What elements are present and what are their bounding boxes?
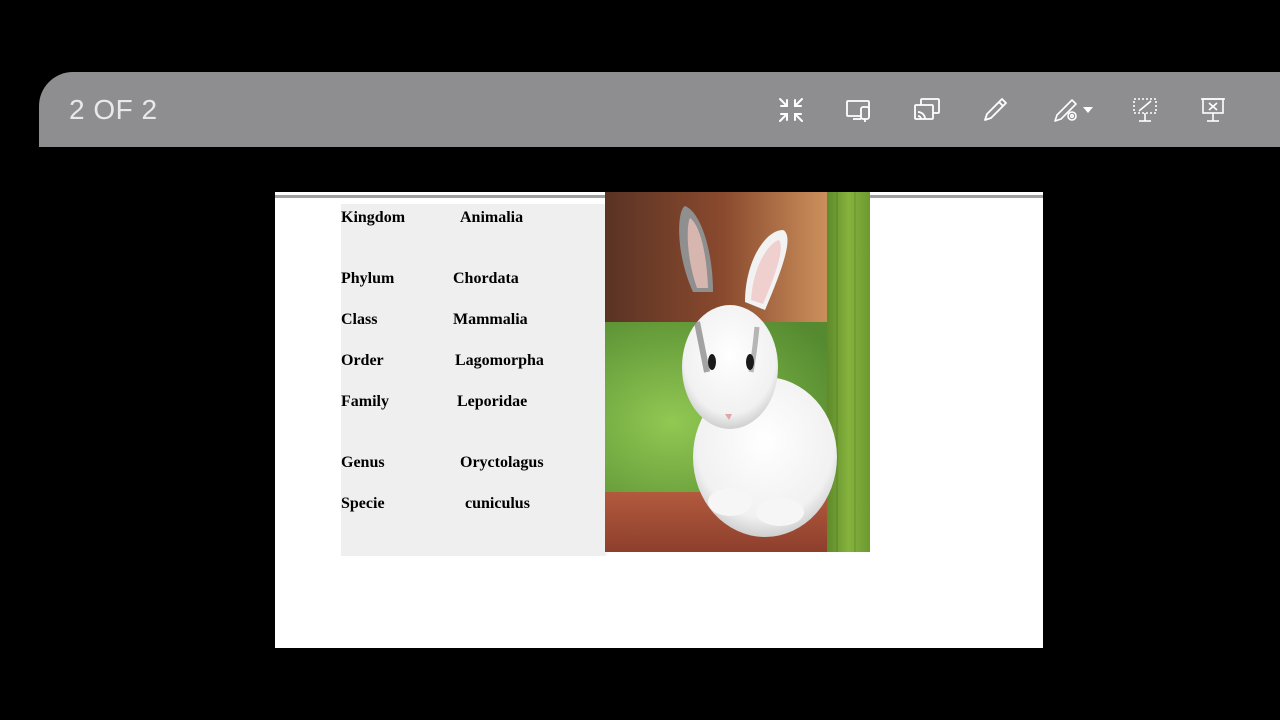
taxonomy-row: Kingdom Animalia [341,209,606,231]
taxon-rank: Genus [341,454,385,471]
pen-settings-button[interactable] [1045,90,1101,130]
taxonomy-table: Kingdom Animalia Phylum Chordata Class M… [341,204,606,556]
chevron-down-icon [1083,107,1093,113]
taxon-rank: Kingdom [341,209,406,226]
taxon-name: Oryctolagus [460,454,544,471]
taxonomy-row: Phylum Chordata [341,270,606,292]
screen-share-icon [846,100,870,122]
pen-settings-icon [1054,99,1077,122]
presentation-slide: Kingdom Animalia Phylum Chordata Class M… [275,192,1043,648]
taxon-rank: Specie [341,495,385,512]
screen-share-button[interactable] [839,90,879,130]
exit-fullscreen-icon [779,98,803,122]
cast-icon [914,98,940,120]
taxon-rank: Order [341,352,384,369]
taxon-rank: Class [341,311,378,328]
pen-button[interactable] [975,90,1015,130]
taxonomy-row: Specie cuniculus [341,495,606,517]
taxon-name: Lagomorpha [455,352,544,369]
taxonomy-row: Family Leporidae [341,393,606,415]
whiteboard-button[interactable] [1125,90,1165,130]
taxon-rank: Family [341,393,389,410]
rabbit-photo [605,192,870,552]
stop-presentation-icon [1201,98,1225,122]
exit-fullscreen-button[interactable] [771,90,811,130]
taxon-name: Animalia [460,209,524,226]
taxon-name: Mammalia [453,311,528,328]
taxonomy-row: Order Lagomorpha [341,352,606,374]
taxon-name: cuniculus [465,495,530,512]
presentation-toolbar: 2 OF 2 [39,72,1280,147]
whiteboard-icon [1133,98,1157,122]
taxonomy-row: Genus Oryctolagus [341,454,606,476]
taxon-rank: Phylum [341,270,395,287]
taxon-name: Leporidae [457,393,528,410]
taxonomy-row: Class Mammalia [341,311,606,333]
slide-counter: 2 OF 2 [69,94,158,125]
cast-button[interactable] [907,90,947,130]
stop-presentation-button[interactable] [1193,90,1233,130]
taxon-name: Chordata [453,270,519,287]
pen-icon [984,98,1007,121]
